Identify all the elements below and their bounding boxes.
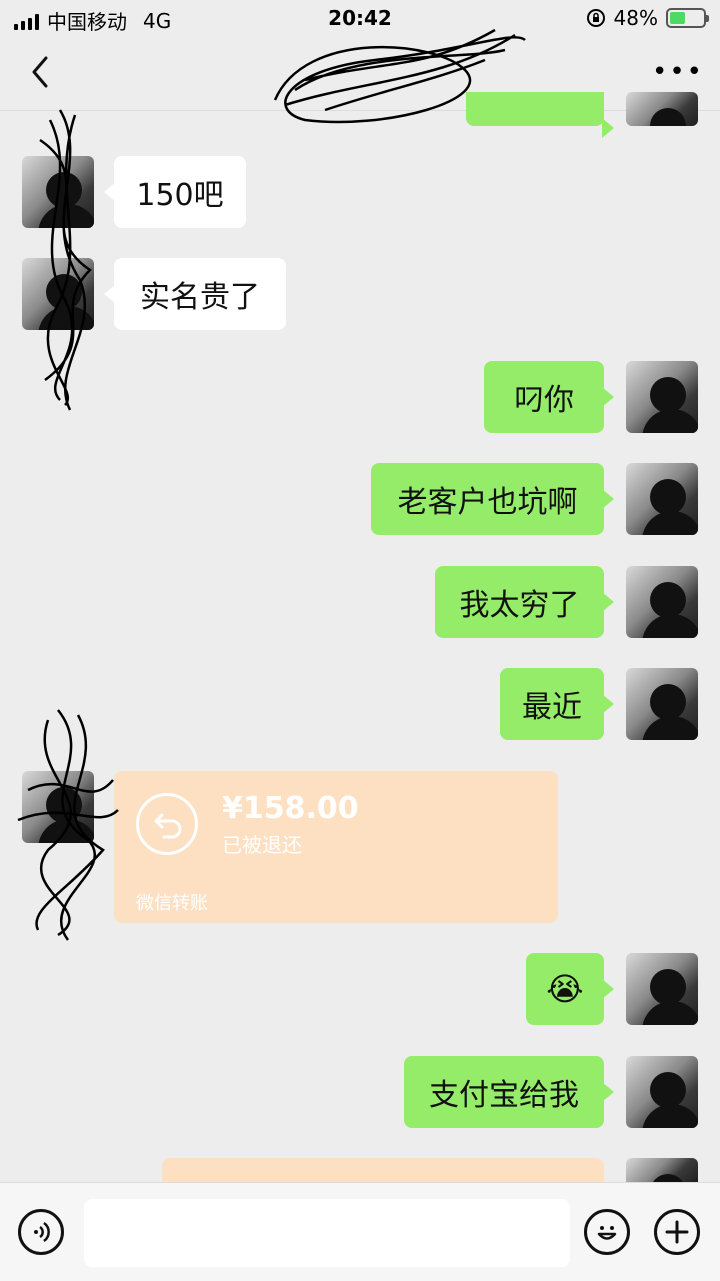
avatar-contact[interactable]	[22, 258, 94, 330]
transfer-amount: ¥158.00	[222, 791, 359, 826]
message-text: 老客户也坑啊	[397, 485, 578, 520]
chat-header: •••	[0, 36, 720, 111]
avatar-self[interactable]	[626, 953, 698, 1025]
message-bubble-left[interactable]: 150吧	[104, 156, 246, 228]
message-text: 我太穷了	[459, 588, 580, 623]
ellipsis-icon: •••	[652, 57, 705, 87]
message-bubble-right[interactable]: 最近	[500, 668, 614, 740]
crying-emoji-icon: 😭	[546, 970, 584, 1008]
partial-message-bubble[interactable]	[466, 92, 614, 138]
message-bubble-right[interactable]: 老客户也坑啊	[371, 463, 614, 535]
emoji-button[interactable]	[584, 1209, 630, 1255]
transfer-label: 微信转账	[136, 893, 208, 914]
status-bar: 中国移动 4G 20:42 48%	[0, 0, 720, 36]
message-bubble-left[interactable]: 实名贵了	[104, 258, 286, 330]
avatar-contact[interactable]	[22, 156, 94, 228]
avatar-self[interactable]	[626, 1056, 698, 1128]
message-bubble-right[interactable]: 我太穷了	[435, 566, 614, 638]
battery-percent: 48%	[613, 6, 658, 30]
message-bubble-right[interactable]: 😭	[526, 953, 614, 1025]
plus-icon	[665, 1220, 689, 1244]
battery-level	[670, 12, 685, 24]
message-bubble-right[interactable]: 叼你	[484, 361, 614, 433]
emoji-face-icon	[597, 1226, 617, 1240]
back-button[interactable]	[20, 50, 60, 94]
battery-icon	[666, 8, 709, 28]
avatar-self[interactable]	[626, 668, 698, 740]
avatar-self[interactable]	[626, 361, 698, 433]
voice-icon	[34, 1221, 50, 1243]
message-text: 实名贵了	[140, 280, 260, 315]
voice-button[interactable]	[18, 1209, 64, 1255]
message-bubble-right[interactable]: 支付宝给我	[404, 1056, 614, 1128]
orientation-lock-icon	[586, 9, 605, 27]
message-text: 叼你	[514, 383, 574, 418]
avatar-self[interactable]	[626, 1158, 698, 1182]
plus-button[interactable]	[654, 1209, 700, 1255]
more-button[interactable]: •••	[652, 56, 702, 88]
chevron-left-icon	[32, 56, 48, 88]
refund-icon	[136, 793, 198, 855]
message-text: 支付宝给我	[429, 1078, 579, 1113]
status-right: 48%	[586, 6, 709, 30]
input-bar	[0, 1182, 720, 1281]
avatar-self[interactable]	[626, 92, 698, 126]
transfer-card[interactable]: ¥158.00 已被退还 微信转账	[114, 771, 558, 923]
avatar-contact[interactable]	[22, 771, 94, 843]
transfer-status: 已被退还	[222, 833, 302, 857]
message-text: 150吧	[136, 178, 224, 213]
avatar-self[interactable]	[626, 463, 698, 535]
message-input[interactable]	[84, 1199, 570, 1267]
avatar-self[interactable]	[626, 566, 698, 638]
transfer-card-partial[interactable]	[162, 1158, 604, 1182]
message-text: 最近	[522, 690, 582, 725]
